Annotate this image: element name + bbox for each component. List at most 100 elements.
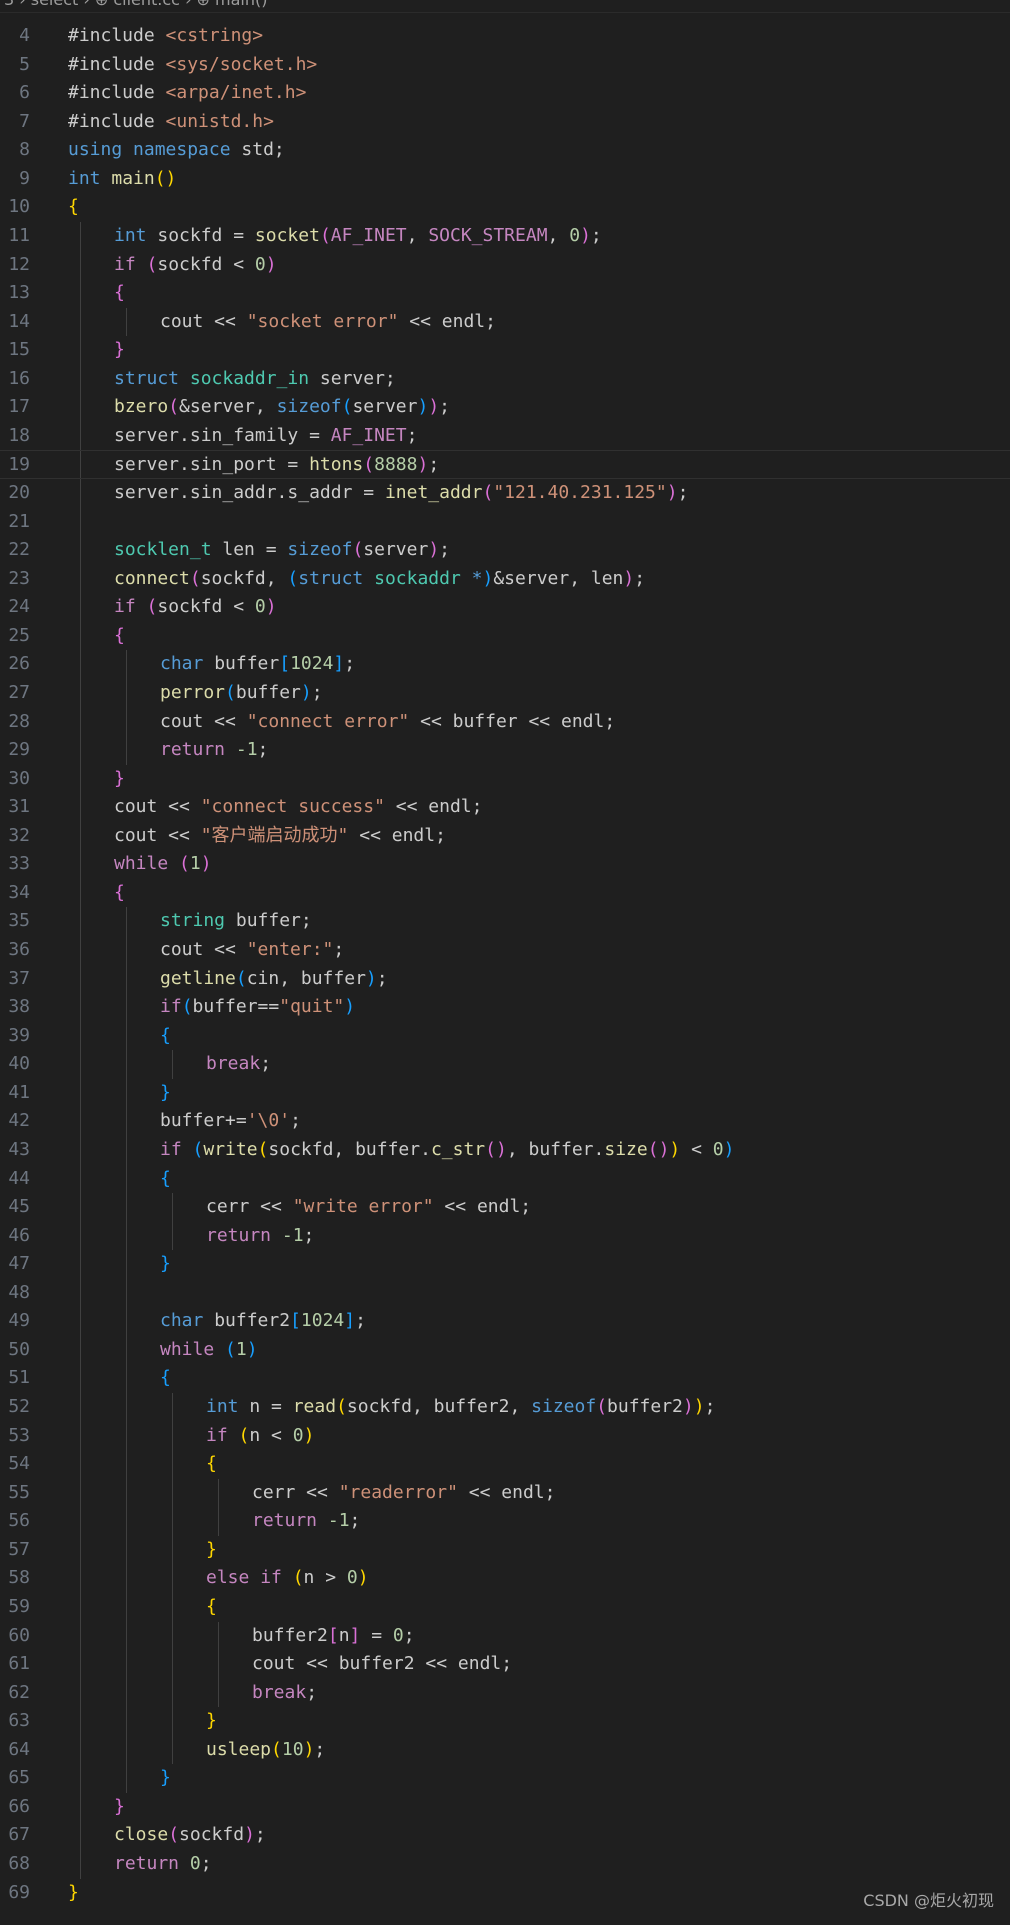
code-line[interactable]: 19 server.sin_port = htons(8888); [0,450,1010,479]
code-line[interactable]: 16 struct sockaddr_in server; [0,364,1010,394]
code-line[interactable]: 12 if (sockfd < 0) [0,250,1010,280]
code-line[interactable]: 61 cout << buffer2 << endl; [0,1650,1010,1679]
code-token: 0 [346,1567,358,1589]
line-number: 28 [8,710,30,732]
code-line[interactable]: 67 close(sockfd); [0,1821,1010,1850]
code-line[interactable]: 65} [0,1764,1010,1793]
code-line[interactable]: 37 getline(cin, buffer); [0,964,1010,994]
code-line[interactable]: 34 { [0,878,1010,908]
code-line[interactable]: 41} [0,1078,1010,1108]
line-number: 27 [8,681,30,703]
indent-guide [80,1050,81,1079]
code-line[interactable]: 4 #include <cstring> [0,22,1010,51]
code-line[interactable]: 46 return -1; [0,1221,1010,1251]
code-line[interactable]: 49 char buffer2[1024]; [0,1307,1010,1336]
code-line[interactable]: 22 socklen_t len = sizeof(server); [0,536,1010,565]
code-token: buffer2 [252,1624,328,1646]
code-line[interactable]: 35 string buffer; [0,907,1010,936]
code-token: n > [303,1567,347,1589]
code-line[interactable]: 15} [0,336,1010,365]
line-number: 13 [8,282,30,304]
code-line[interactable]: 53 if (n < 0) [0,1421,1010,1451]
code-line[interactable]: 55 cerr << "readerror" << endl; [0,1478,1010,1508]
code-token: n < [249,1424,293,1446]
indent-guide [172,1707,173,1736]
code-line[interactable]: 45 cerr << "write error" << endl; [0,1193,1010,1222]
code-token: << endl; [433,1196,532,1218]
code-line[interactable]: 63} [0,1707,1010,1736]
code-line[interactable]: 31 cout << "connect success" << endl; [0,793,1010,822]
code-line[interactable]: 26 char buffer[1024]; [0,650,1010,679]
code-line[interactable]: 14 cout << "socket error" << endl; [0,307,1010,337]
indent-guide [172,1621,173,1651]
code-line[interactable]: 30} [0,764,1010,794]
code-line[interactable]: 62 break; [0,1678,1010,1708]
code-token: read [292,1396,337,1417]
code-line[interactable]: 13 { [0,279,1010,308]
code-line[interactable]: 40 break; [0,1050,1010,1079]
code-line[interactable]: 5 #include <sys/socket.h> [0,51,1010,80]
code-token: buffer [235,681,301,703]
code-token: ( [168,1824,180,1846]
code-line[interactable]: 58 else if (n > 0) [0,1564,1010,1593]
code-line[interactable]: 68 return 0; [0,1850,1010,1879]
code-token: 0 [292,1424,304,1446]
code-line[interactable]: 27 perror(buffer); [0,678,1010,708]
code-line[interactable]: 25 { [0,621,1010,651]
code-line[interactable]: 52 int n = read(sockfd, buffer2, sizeof(b… [0,1393,1010,1422]
code-line[interactable]: 64 usleep(10); [0,1735,1010,1765]
code-line[interactable]: 47} [0,1250,1010,1279]
code-line[interactable]: 43 if (write(sockfd, buffer.c_str(), buff… [0,1135,1010,1165]
code-line[interactable]: 51 { [0,1364,1010,1393]
code-token: ( [181,996,193,1018]
indent-guide [172,1507,173,1536]
code-line[interactable]: 18 server.sin_family = AF_INET; [0,421,1010,451]
indent-guide [80,1164,81,1194]
line-number: 23 [8,567,30,589]
code-token: sizeof [276,396,342,418]
code-line[interactable]: 57} [0,1535,1010,1565]
code-token: ) [303,1424,315,1446]
code-line[interactable]: 36 cout << "enter:"; [0,936,1010,965]
code-line[interactable]: 29 return -1; [0,736,1010,765]
code-line[interactable]: 9 int main() [0,165,1010,194]
code-text: int sockfd = socket(AF_INET, SOCK_STREAM… [114,222,602,251]
code-line[interactable]: 32 cout << "客户端启动成功" << endl; [0,821,1010,851]
code-text: { [114,279,125,308]
code-line[interactable]: 44 { [0,1164,1010,1194]
code-line[interactable]: 23 connect(sockfd, (struct sockaddr *)&se… [0,564,1010,594]
code-line[interactable]: 69} [0,1879,1010,1908]
code-line[interactable]: 6 #include <arpa/inet.h> [0,79,1010,108]
code-line[interactable]: 50 while (1) [0,1335,1010,1365]
code-line[interactable]: 48 [0,1278,1010,1308]
code-line[interactable]: 56 return -1; [0,1507,1010,1536]
code-token: ( [336,1396,347,1417]
code-line[interactable]: 60 buffer2[n] = 0; [0,1621,1010,1651]
code-text: { [114,622,125,651]
code-line[interactable]: 20 server.sin_addr.s_addr = inet_addr("12… [0,479,1010,508]
code-line[interactable]: 54 { [0,1450,1010,1479]
code-line[interactable]: 24 if (sockfd < 0) [0,593,1010,622]
indent-guide [80,1650,81,1679]
code-line[interactable]: 42 buffer+='\0'; [0,1107,1010,1136]
code-line[interactable]: 59 { [0,1592,1010,1622]
code-token: while [114,853,180,875]
indent-guide [126,1678,127,1708]
code-token: ; [311,681,323,703]
code-line[interactable]: 33 while (1) [0,850,1010,879]
code-line[interactable]: 66} [0,1792,1010,1822]
code-line[interactable]: 28 cout << "connect error" << buffer << e… [0,707,1010,737]
code-line[interactable]: 8 using namespace std; [0,136,1010,165]
code-line[interactable]: 11 int sockfd = socket(AF_INET, SOCK_STRE… [0,221,1010,251]
code-line[interactable]: 39 { [0,1021,1010,1051]
code-line[interactable]: 38 if(buffer=="quit") [0,993,1010,1022]
breadcrumb[interactable]: 3 › select › ⊕ client.cc › ⊕ main() [4,0,268,9]
code-token: &server, len [493,567,624,589]
code-editor[interactable]: 4 #include <cstring> 5 #include <sys/socket… [0,22,1010,1907]
code-line[interactable]: 10 { [0,193,1010,222]
code-text: if (sockfd < 0) [114,593,277,622]
code-line[interactable]: 17 bzero(&server, sizeof(server)); [0,393,1010,422]
code-line[interactable]: 7 #include <unistd.h> [0,108,1010,137]
indent-guide [126,1221,127,1251]
code-line[interactable]: 21 [0,507,1010,537]
